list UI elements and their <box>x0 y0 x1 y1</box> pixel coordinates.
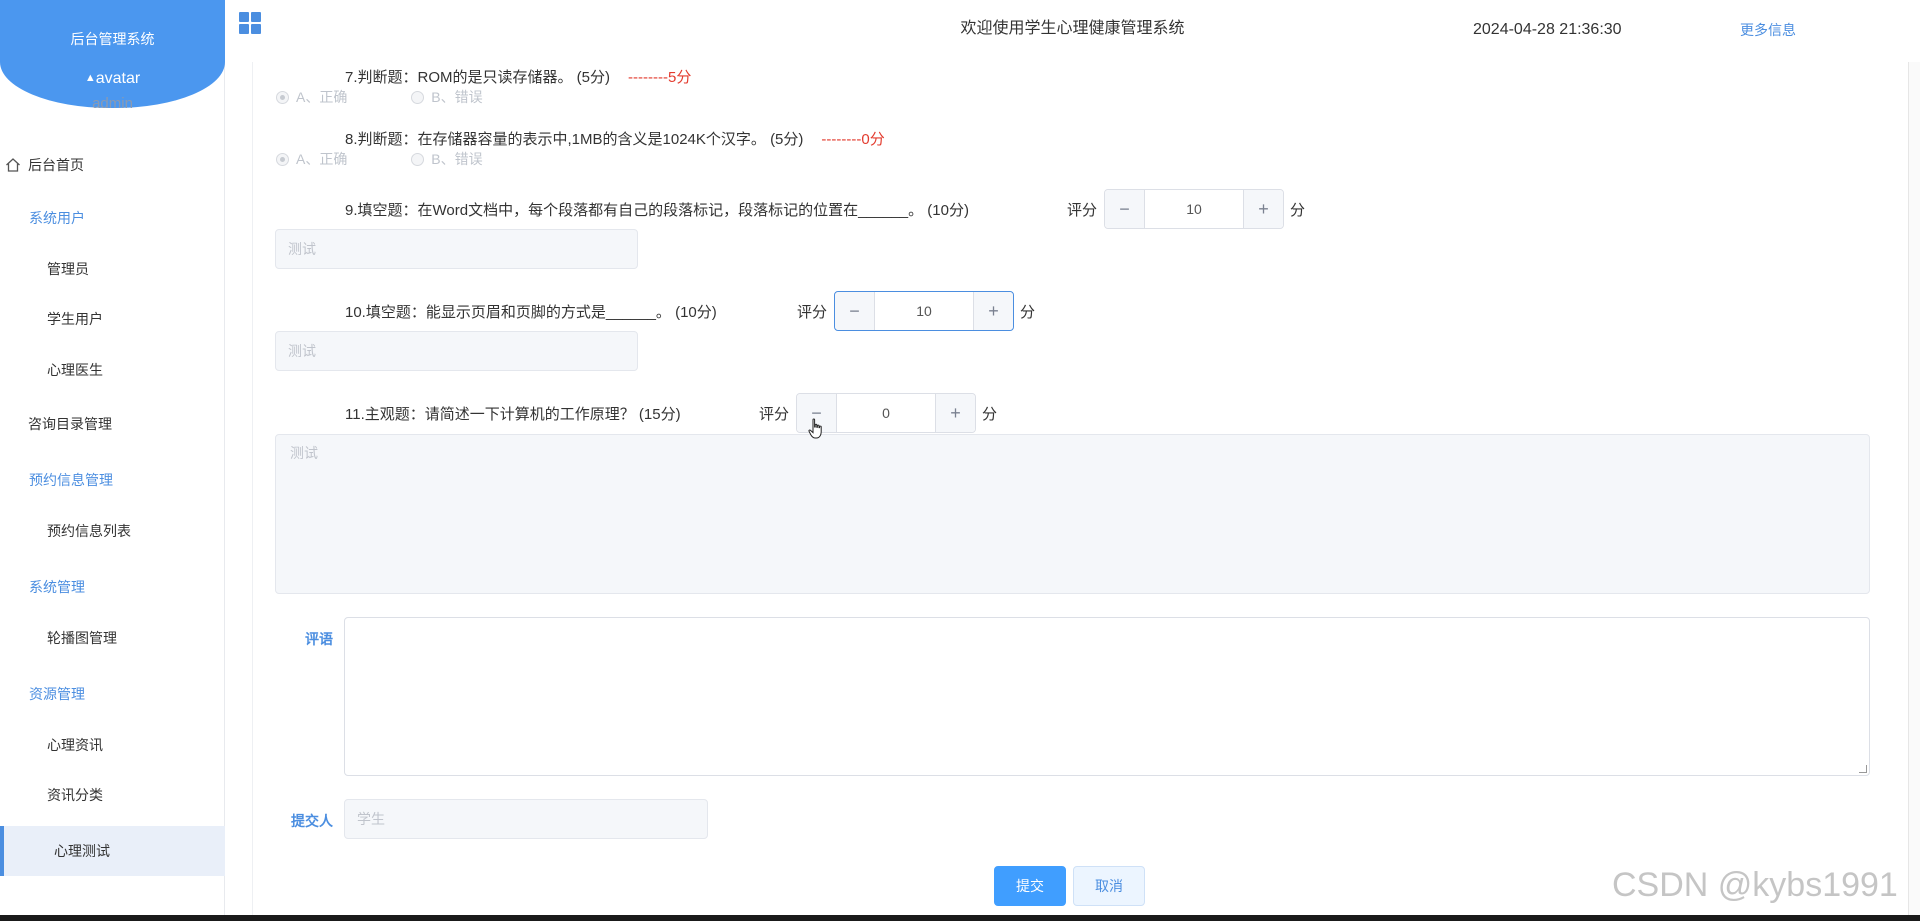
option-label: A、正确 <box>296 89 348 105</box>
option-a[interactable]: A、正确 <box>276 149 347 169</box>
score-label: 评分 <box>1067 202 1098 219</box>
question-8-options: A、正确 B、错误 <box>276 149 483 169</box>
option-a[interactable]: A、正确 <box>276 87 347 107</box>
more-info-link[interactable]: 更多信息 <box>1740 20 1796 40</box>
brand-title: 后台管理系统 <box>70 31 155 47</box>
sidebar-item-label: 心理测试 <box>54 843 110 859</box>
question-8: 8.判断题：在存储器容量的表示中,1MB的含义是1024K个汉字。 (5分) --… <box>345 128 885 149</box>
sidebar-item-label: 心理医生 <box>47 362 103 378</box>
radio-checked-icon <box>276 153 289 166</box>
increase-button[interactable]: + <box>973 292 1013 330</box>
sidebar-item-label: 咨询目录管理 <box>28 416 112 432</box>
sidebar-group-label: 资源管理 <box>29 686 85 702</box>
sidebar-item-appointment-list[interactable]: 预约信息列表 <box>0 506 225 556</box>
submitter-input: 学生 <box>344 799 708 839</box>
sidebar-group-label: 系统管理 <box>29 579 85 595</box>
comment-textarea[interactable] <box>344 617 1870 776</box>
comment-label: 评语 <box>305 631 333 647</box>
radio-checked-icon <box>276 91 289 104</box>
sidebar-group-appointment[interactable]: 预约信息管理 <box>0 455 225 505</box>
username: admin <box>92 95 133 112</box>
hand-cursor-icon <box>808 418 822 439</box>
option-label: A、正确 <box>296 151 348 167</box>
sidebar-item-student-user[interactable]: 学生用户 <box>0 294 225 344</box>
score-value[interactable]: 10 <box>875 292 973 330</box>
sidebar-item-consult-catalog[interactable]: 咨询目录管理 <box>0 399 225 449</box>
watermark: CSDN @kybs1991 <box>1612 866 1898 904</box>
sidebar-item-doctor[interactable]: 心理医生 <box>0 345 225 395</box>
question-10-score-stepper[interactable]: − 10 + <box>834 291 1014 331</box>
radio-icon <box>411 153 425 166</box>
page-title: 欢迎使用学生心理健康管理系统 <box>960 20 1185 37</box>
home-icon <box>6 158 20 172</box>
score-unit: 分 <box>982 406 998 423</box>
sidebar: 后台管理系统 ▲avatar admin 后台首页 系统用户 管理员 学生用户 … <box>0 0 225 921</box>
question-text: 8.判断题：在存储器容量的表示中,1MB的含义是1024K个汉字。 (5分) <box>345 131 804 148</box>
question-9-answer: 测试 <box>275 229 638 269</box>
sidebar-item-home[interactable]: 后台首页 <box>0 140 225 190</box>
option-label: B、错误 <box>431 89 483 105</box>
question-text: 11.主观题：请简述一下计算机的工作原理？ (15分) <box>345 406 681 423</box>
avatar[interactable]: ▲avatar <box>0 70 225 88</box>
decrease-button[interactable]: − <box>1105 190 1145 228</box>
score-value[interactable]: 0 <box>837 394 935 432</box>
score-unit: 分 <box>1290 202 1306 219</box>
sidebar-item-label: 资讯分类 <box>47 787 103 803</box>
header-datetime: 2024-04-28 21:36:30 <box>1473 21 1622 38</box>
avatar-alt-text: avatar <box>95 70 141 87</box>
question-11: 11.主观题：请简述一下计算机的工作原理？ (15分) <box>345 403 681 424</box>
score-label: 评分 <box>797 304 828 321</box>
submit-button[interactable]: 提交 <box>994 866 1066 906</box>
increase-button[interactable]: + <box>935 394 975 432</box>
option-b[interactable]: B、错误 <box>411 149 483 169</box>
page-scrollbar[interactable] <box>1908 62 1920 921</box>
question-11-answer: 测试 <box>275 434 1870 594</box>
sidebar-item-label: 后台首页 <box>28 157 84 173</box>
taskbar-edge <box>0 915 1920 921</box>
question-score-mark: --------5分 <box>628 69 692 86</box>
sidebar-group-label: 预约信息管理 <box>29 472 113 488</box>
sidebar-item-label: 学生用户 <box>47 311 103 327</box>
radio-icon <box>411 91 425 104</box>
option-label: B、错误 <box>431 151 483 167</box>
score-label: 评分 <box>759 406 790 423</box>
increase-button[interactable]: + <box>1243 190 1283 228</box>
option-b[interactable]: B、错误 <box>411 87 483 107</box>
question-text: 9.填空题：在Word文档中，每个段落都有自己的段落标记，段落标记的位置在___… <box>345 202 969 219</box>
score-unit: 分 <box>1020 304 1036 321</box>
question-7: 7.判断题：ROM的是只读存储器。 (5分) --------5分 <box>345 66 691 87</box>
question-score-mark: --------0分 <box>821 131 885 148</box>
sidebar-group-resource[interactable]: 资源管理 <box>0 669 225 719</box>
question-text: 7.判断题：ROM的是只读存储器。 (5分) <box>345 69 611 86</box>
sidebar-item-news[interactable]: 心理资讯 <box>0 720 225 770</box>
sidebar-group-system-users[interactable]: 系统用户 <box>0 193 225 243</box>
sidebar-item-label: 轮播图管理 <box>47 630 117 646</box>
sidebar-item-label: 心理资讯 <box>47 737 103 753</box>
question-text: 10.填空题：能显示页眉和页脚的方式是______。 (10分) <box>345 304 717 321</box>
sidebar-group-system-mgmt[interactable]: 系统管理 <box>0 562 225 612</box>
question-7-options: A、正确 B、错误 <box>276 87 483 107</box>
question-9-score-stepper[interactable]: − 10 + <box>1104 189 1284 229</box>
sidebar-item-carousel[interactable]: 轮播图管理 <box>0 613 225 663</box>
sidebar-item-label: 预约信息列表 <box>47 523 131 539</box>
question-10-answer: 测试 <box>275 331 638 371</box>
top-header: 欢迎使用学生心理健康管理系统 2024-04-28 21:36:30 更多信息 <box>225 0 1920 62</box>
sidebar-item-label: 管理员 <box>47 261 89 277</box>
submitter-label: 提交人 <box>291 813 333 829</box>
sidebar-group-label: 系统用户 <box>29 210 85 226</box>
question-10: 10.填空题：能显示页眉和页脚的方式是______。 (10分) <box>345 301 717 322</box>
resize-handle-icon[interactable] <box>1859 765 1867 773</box>
broken-image-icon: ▲ <box>84 72 96 84</box>
brand-header: 后台管理系统 ▲avatar admin <box>0 0 225 112</box>
question-9: 9.填空题：在Word文档中，每个段落都有自己的段落标记，段落标记的位置在___… <box>345 199 969 220</box>
score-value[interactable]: 10 <box>1145 190 1243 228</box>
sidebar-item-admin[interactable]: 管理员 <box>0 244 225 294</box>
sidebar-item-news-category[interactable]: 资讯分类 <box>0 770 225 820</box>
decrease-button[interactable]: − <box>835 292 875 330</box>
cancel-button[interactable]: 取消 <box>1073 866 1145 906</box>
sidebar-item-psych-test[interactable]: 心理测试 <box>0 826 225 876</box>
